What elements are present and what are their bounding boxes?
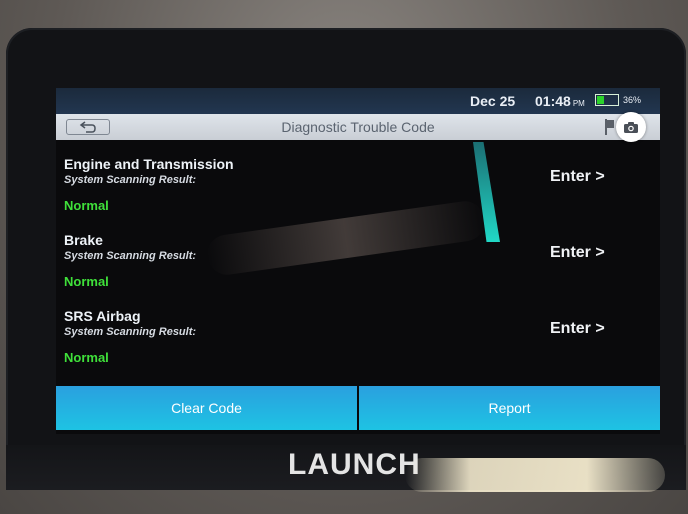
- report-button[interactable]: Report: [359, 386, 660, 430]
- battery-fill: [597, 96, 605, 104]
- system-list: Engine and Transmission System Scanning …: [56, 140, 660, 386]
- flag-icon: [605, 119, 614, 135]
- status-time: 01:48 PM: [535, 93, 585, 109]
- camera-icon: [624, 121, 638, 133]
- status-bar: Dec 25 01:48 PM 36%: [56, 88, 660, 114]
- page-title: Diagnostic Trouble Code: [281, 119, 435, 135]
- system-status: Normal: [64, 350, 109, 365]
- battery-percent: 36%: [623, 95, 642, 105]
- system-name: Brake: [64, 232, 103, 248]
- enter-button-brake[interactable]: Enter >: [550, 244, 605, 262]
- status-date: Dec 25: [470, 93, 516, 109]
- status-ampm: PM: [572, 99, 585, 108]
- device-screen: Dec 25 01:48 PM 36% Diagnostic Trouble Co…: [56, 88, 660, 434]
- system-status: Normal: [64, 198, 109, 213]
- system-row-srs-airbag: SRS Airbag System Scanning Result: Norma…: [56, 292, 660, 368]
- system-subtitle: System Scanning Result:: [64, 326, 197, 338]
- system-subtitle: System Scanning Result:: [64, 174, 197, 186]
- enter-button-engine[interactable]: Enter >: [550, 168, 605, 186]
- title-bar: Diagnostic Trouble Code: [56, 114, 660, 140]
- battery-icon: [595, 94, 619, 106]
- system-row-engine: Engine and Transmission System Scanning …: [56, 140, 660, 216]
- action-bar: Clear Code Report: [56, 386, 660, 430]
- system-row-brake: Brake System Scanning Result: Normal Ent…: [56, 216, 660, 292]
- system-status: Normal: [64, 274, 109, 289]
- clear-code-button[interactable]: Clear Code: [56, 386, 357, 430]
- status-clock: 01:48: [535, 93, 571, 109]
- light-glare: [405, 458, 665, 492]
- enter-button-srs-airbag[interactable]: Enter >: [550, 320, 605, 338]
- system-subtitle: System Scanning Result:: [64, 250, 197, 262]
- system-name: Engine and Transmission: [64, 156, 234, 172]
- system-name: SRS Airbag: [64, 308, 141, 324]
- screenshot-button[interactable]: [616, 112, 646, 142]
